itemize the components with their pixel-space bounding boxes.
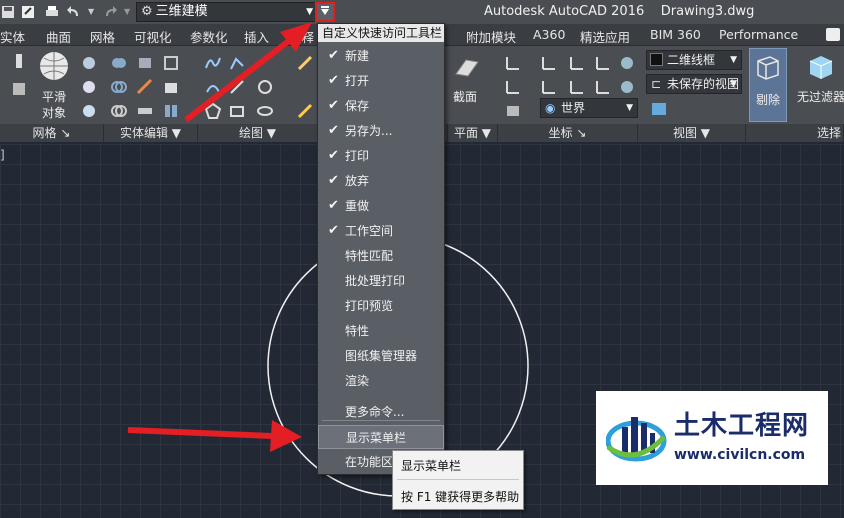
menu-item[interactable]: 特性 xyxy=(318,319,444,343)
menu-item[interactable]: ✔ 打开 xyxy=(318,69,444,93)
checkmark-icon: ✔ xyxy=(328,198,339,213)
menu-item-label: 另存为... xyxy=(345,124,393,138)
tooltip-help: 按 F1 键获得更多帮助 xyxy=(401,490,520,504)
menu-item[interactable]: ✔ 新建 xyxy=(318,44,444,68)
menu-item[interactable]: 图纸集管理器 xyxy=(318,344,444,368)
menu-item[interactable]: ✔ 打印 xyxy=(318,144,444,168)
menu-item-label: 工作空间 xyxy=(345,224,394,238)
watermark-url: www.civilcn.com xyxy=(674,447,806,463)
show-menubar-label: 显示菜单栏 xyxy=(346,431,407,445)
menu-item[interactable]: 渲染 xyxy=(318,369,444,393)
checkmark-icon: ✔ xyxy=(328,148,339,163)
more-commands-label: 更多命令... xyxy=(345,405,405,419)
menu-item-label: 特性匹配 xyxy=(345,249,394,263)
menu-item-label: 打开 xyxy=(345,74,370,88)
checkmark-icon: ✔ xyxy=(328,223,339,238)
tooltip-divider xyxy=(397,479,519,480)
menu-item-label: 新建 xyxy=(345,49,370,63)
menu-item-label: 打印预览 xyxy=(345,299,394,313)
tooltip: 显示菜单栏 按 F1 键获得更多帮助 xyxy=(392,450,524,510)
menu-item-label: 重做 xyxy=(345,199,370,213)
menu-item-more-commands[interactable]: 更多命令... xyxy=(318,400,444,424)
watermark: 土木工程网 www.civilcn.com xyxy=(596,391,828,485)
show-below-label: 在功能区 xyxy=(345,455,394,469)
menu-item-label: 放弃 xyxy=(345,174,370,188)
menu-item-label: 打印 xyxy=(345,149,370,163)
menu-item[interactable]: 批处理打印 xyxy=(318,269,444,293)
menu-item[interactable]: ✔ 保存 xyxy=(318,94,444,118)
menu-item[interactable]: 打印预览 xyxy=(318,294,444,318)
watermark-title: 土木工程网 xyxy=(674,411,810,441)
checkmark-icon: ✔ xyxy=(328,123,339,138)
customize-qat-menu: 自定义快速访问工具栏 ✔ 新建 ✔ 打开 ✔ 保存 ✔ 另存为... ✔ 打印 ✔ 放弃 ✔ 重做 ✔ 工作空… xyxy=(317,23,445,475)
checkmark-icon: ✔ xyxy=(328,173,339,188)
menu-item[interactable]: ✔ 工作空间 xyxy=(318,219,444,243)
menu-item-label: 保存 xyxy=(345,99,370,113)
menu-item[interactable]: 特性匹配 xyxy=(318,244,444,268)
checkmark-icon: ✔ xyxy=(328,48,339,63)
menu-header: 自定义快速访问工具栏 xyxy=(318,24,444,42)
menu-item[interactable]: ✔ 重做 xyxy=(318,194,444,218)
menu-item[interactable]: ✔ 放弃 xyxy=(318,169,444,193)
menu-item[interactable]: ✔ 另存为... xyxy=(318,119,444,143)
menu-item-label: 批处理打印 xyxy=(345,274,406,288)
checkmark-icon: ✔ xyxy=(328,98,339,113)
tooltip-title: 显示菜单栏 xyxy=(401,459,462,473)
menu-item-label: 渲染 xyxy=(345,374,370,388)
checkmark-icon: ✔ xyxy=(328,73,339,88)
civilcn-logo-icon xyxy=(606,417,667,462)
menu-item-label: 图纸集管理器 xyxy=(345,349,418,363)
menu-item-label: 特性 xyxy=(345,324,370,338)
menu-item-show-menubar[interactable]: 显示菜单栏 xyxy=(318,425,444,449)
